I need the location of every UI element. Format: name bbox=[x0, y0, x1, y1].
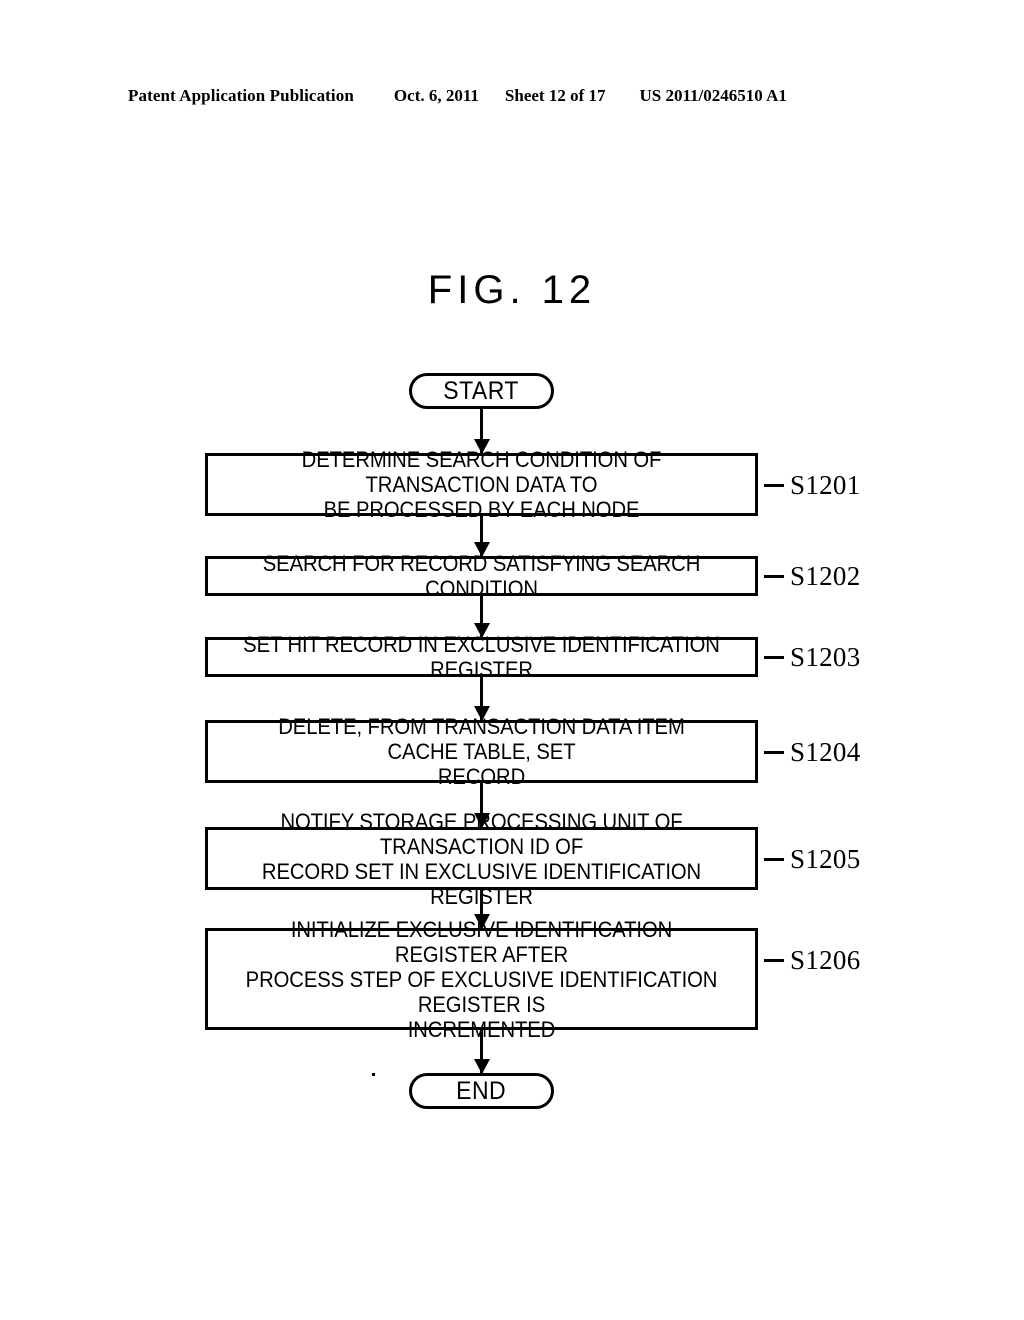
flow-start-label: START bbox=[443, 376, 520, 405]
scan-artifact-speck bbox=[372, 1073, 375, 1076]
process-box-s1201-text: DETERMINE SEARCH CONDITION OF TRANSACTIO… bbox=[301, 447, 662, 522]
process-box-s1203-text: SET HIT RECORD IN EXCLUSIVE IDENTIFICATI… bbox=[243, 632, 720, 682]
leader-dash-icon bbox=[764, 574, 784, 578]
process-box-s1202: SEARCH FOR RECORD SATISFYING SEARCH COND… bbox=[205, 551, 758, 601]
step-label-s1203: S1203 bbox=[764, 643, 861, 671]
step-ref-s1204: S1204 bbox=[790, 736, 861, 767]
step-ref-s1201: S1201 bbox=[790, 469, 861, 500]
step-label-s1206: S1206 bbox=[764, 946, 861, 974]
flow-end-label: END bbox=[456, 1076, 507, 1105]
step-ref-s1203: S1203 bbox=[790, 641, 861, 672]
step-ref-s1205: S1205 bbox=[790, 843, 861, 874]
process-box-s1203: SET HIT RECORD IN EXCLUSIVE IDENTIFICATI… bbox=[205, 632, 758, 682]
process-box-s1201: DETERMINE SEARCH CONDITION OF TRANSACTIO… bbox=[205, 447, 758, 522]
step-label-s1204: S1204 bbox=[764, 738, 861, 766]
leader-dash-icon bbox=[764, 750, 784, 754]
step-label-s1202: S1202 bbox=[764, 562, 861, 590]
flow-start-terminator: START bbox=[409, 373, 554, 409]
leader-dash-icon bbox=[764, 857, 784, 861]
process-box-s1206: INITIALIZE EXCLUSIVE IDENTIFICATION REGI… bbox=[205, 917, 758, 1042]
process-box-s1204-text: DELETE, FROM TRANSACTION DATA ITEM CACHE… bbox=[278, 714, 685, 789]
arrow-step-6-to-end bbox=[480, 1030, 483, 1073]
flow-end-terminator: END bbox=[409, 1073, 554, 1109]
process-box-s1206-text: INITIALIZE EXCLUSIVE IDENTIFICATION REGI… bbox=[245, 916, 718, 1042]
step-label-s1201: S1201 bbox=[764, 471, 861, 499]
step-ref-s1206: S1206 bbox=[790, 944, 861, 975]
step-label-s1205: S1205 bbox=[764, 845, 861, 873]
process-box-s1202-text: SEARCH FOR RECORD SATISFYING SEARCH COND… bbox=[262, 551, 701, 601]
process-box-s1205: NOTIFY STORAGE PROCESSING UNIT OF TRANSA… bbox=[205, 809, 758, 909]
step-ref-s1202: S1202 bbox=[790, 560, 861, 591]
leader-dash-icon bbox=[764, 483, 784, 487]
leader-dash-icon bbox=[764, 655, 784, 659]
arrow-step-2-to-step-3 bbox=[480, 596, 483, 637]
arrow-step-1-to-step-2 bbox=[480, 516, 483, 556]
leader-dash-icon bbox=[764, 958, 784, 962]
flowchart: START DETERMINE SEARCH CONDITION OF TRAN… bbox=[0, 0, 1024, 1320]
process-box-s1204: DELETE, FROM TRANSACTION DATA ITEM CACHE… bbox=[205, 714, 758, 789]
